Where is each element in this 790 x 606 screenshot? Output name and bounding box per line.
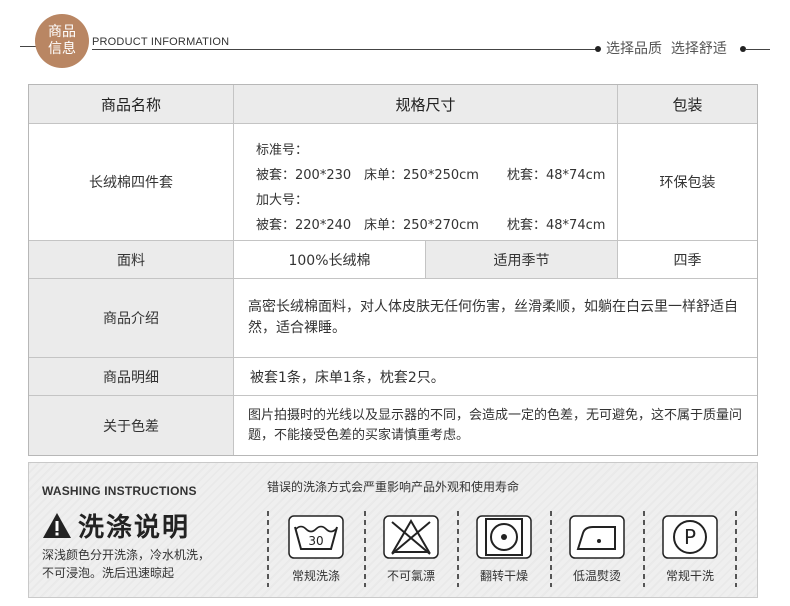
dry-symbol-label: 翻转干燥	[479, 569, 528, 583]
spec-standard-sheet: 床单：250*250cm	[364, 168, 479, 183]
fabric-label-cell: 面料	[29, 241, 234, 279]
washing-instructions-panel: WASHING INSTRUCTIONS 洗涤说明 深浅颜色分开洗涤，冷水机洗，…	[28, 462, 758, 598]
product-info-table: 商品名称 规格尺寸 包装 长绒棉四件套 标准号： 被套：200*230 床单：2…	[28, 84, 758, 456]
spec-standard-pillow: 枕套：48*74cm	[507, 168, 606, 183]
no-bleach-icon	[383, 515, 439, 559]
tumble-dry-icon	[476, 515, 532, 559]
section-title-en: PRODUCT INFORMATION	[92, 36, 230, 48]
spec-cell: 标准号： 被套：200*230 床单：250*250cm 枕套：48*74cm …	[234, 124, 618, 241]
spec-large-duvet: 被套：220*240	[256, 218, 352, 233]
dry-clean-symbol-label: 常规干洗	[665, 569, 714, 583]
washing-title-en: WASHING INSTRUCTIONS	[42, 484, 197, 498]
washing-desc-line-1: 深浅颜色分开洗涤，冷水机洗，	[42, 548, 211, 562]
badge-line-1: 商品	[48, 24, 76, 40]
detail-label-cell: 商品明细	[29, 358, 234, 396]
iron-symbol-label: 低温熨烫	[572, 569, 621, 583]
col-header-spec: 规格尺寸	[234, 85, 618, 124]
washing-description: 深浅颜色分开洗涤，冷水机洗， 不可浸泡。洗后迅速晾起	[42, 546, 210, 582]
bleach-symbol-label: 不可氯漂	[386, 569, 435, 583]
washtub-30-icon: 30	[288, 515, 344, 559]
header-dot-left	[595, 46, 601, 52]
iron-low-icon	[569, 515, 625, 559]
product-info-badge: 商品 信息	[35, 14, 89, 68]
col-header-packaging: 包装	[618, 85, 757, 124]
washing-title-cn: 洗涤说明	[78, 513, 191, 543]
intro-value-cell: 高密长绒棉面料，对人体皮肤无任何伤害，丝滑柔顺，如躺在白云里一样舒适自然，适合裸…	[234, 279, 757, 358]
wash-symbol-label: 常规洗涤	[291, 569, 340, 583]
badge-line-2: 信息	[48, 41, 76, 57]
wash-temp-label: 30	[308, 534, 323, 548]
spec-standard-duvet: 被套：200*230	[256, 168, 352, 183]
spec-standard-row: 被套：200*230 床单：250*250cm 枕套：48*74cm	[256, 163, 617, 188]
col-header-name: 商品名称	[29, 85, 234, 124]
header-rule	[92, 49, 600, 50]
packaging-cell: 环保包装	[618, 124, 757, 241]
svg-text:P: P	[684, 525, 696, 549]
header-tagline: 选择品质 选择舒适	[606, 41, 727, 57]
dry-clean-p-icon: P	[662, 515, 718, 559]
spec-large-sheet: 床单：250*270cm	[364, 218, 479, 233]
divider	[735, 511, 737, 587]
divider	[267, 511, 269, 587]
detail-value-cell: 被套1条，床单1条，枕套2只。	[234, 358, 757, 396]
washing-desc-line-2: 不可浸泡。洗后迅速晾起	[42, 566, 175, 580]
spec-large-label: 加大号：	[256, 193, 309, 208]
spec-large-pillow: 枕套：48*74cm	[507, 218, 606, 233]
spec-large-row: 被套：220*240 床单：250*270cm 枕套：48*74cm	[256, 213, 617, 238]
fabric-value-cell: 100%长绒棉	[234, 241, 426, 279]
color-value-cell: 图片拍摄时的光线以及显示器的不同，会造成一定的色差，无可避免，这不属于质量问题，…	[248, 407, 743, 443]
header-rule-right	[745, 49, 770, 50]
color-label-cell: 关于色差	[29, 396, 234, 455]
washing-warning-note: 错误的洗涤方式会严重影响产品外观和使用寿命	[267, 480, 520, 494]
intro-label-cell: 商品介绍	[29, 279, 234, 358]
warning-icon	[43, 513, 71, 538]
spec-standard-label: 标准号：	[256, 143, 309, 158]
washing-title: 洗涤说明	[42, 507, 190, 544]
season-label-cell: 适用季节	[426, 241, 618, 279]
product-name-cell: 长绒棉四件套	[29, 124, 234, 241]
season-value-cell: 四季	[618, 241, 757, 279]
